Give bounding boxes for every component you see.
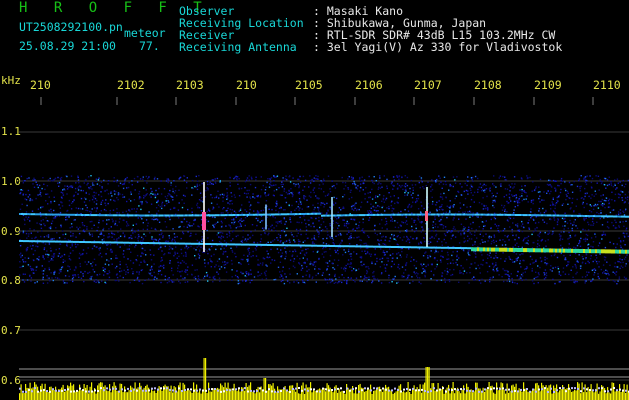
- time-tick-label: 210: [236, 78, 257, 92]
- noise-band: [19, 175, 629, 285]
- spectrogram-canvas: [19, 97, 629, 400]
- time-tick-label: 2109: [534, 78, 562, 92]
- info-field-antenna-label: Receiving Antenna: [179, 40, 297, 54]
- time-tick-label: 2103: [176, 78, 204, 92]
- time-tick-label: 2107: [414, 78, 442, 92]
- time-tick-label: 2102: [117, 78, 145, 92]
- mode-label: meteor: [124, 26, 166, 40]
- time-tick-label: 2108: [474, 78, 502, 92]
- time-tick-label: 2106: [355, 78, 383, 92]
- info-field-antenna-value: : 3el Yagi(V) Az 330 for Vladivostok: [313, 40, 563, 54]
- filename-label: UT2508292100.pn: [19, 20, 123, 34]
- time-tick-label: 2105: [295, 78, 323, 92]
- time-tick-label: 210: [30, 78, 51, 92]
- count-label: 77.: [139, 39, 160, 53]
- y-tick-label: 0.9: [1, 225, 21, 238]
- time-tick-label: 2110: [593, 78, 621, 92]
- y-tick-label: 1.0: [1, 175, 21, 188]
- meteor-echo-head: [425, 211, 428, 221]
- meteor-echo-head: [202, 212, 206, 230]
- y-tick-label: 1.1: [1, 125, 21, 138]
- y-axis-unit: kHz: [1, 74, 21, 87]
- y-tick-label: 0.6: [1, 374, 21, 387]
- y-tick-label: 0.8: [1, 274, 21, 287]
- datetime-label: 25.08.29 21:00: [19, 39, 116, 53]
- meteor-echo: [331, 197, 333, 237]
- signal-level-bars: [19, 358, 629, 400]
- meteor-echo: [265, 204, 267, 230]
- y-tick-label: 0.7: [1, 324, 21, 337]
- spectrogram-plot: [19, 97, 629, 400]
